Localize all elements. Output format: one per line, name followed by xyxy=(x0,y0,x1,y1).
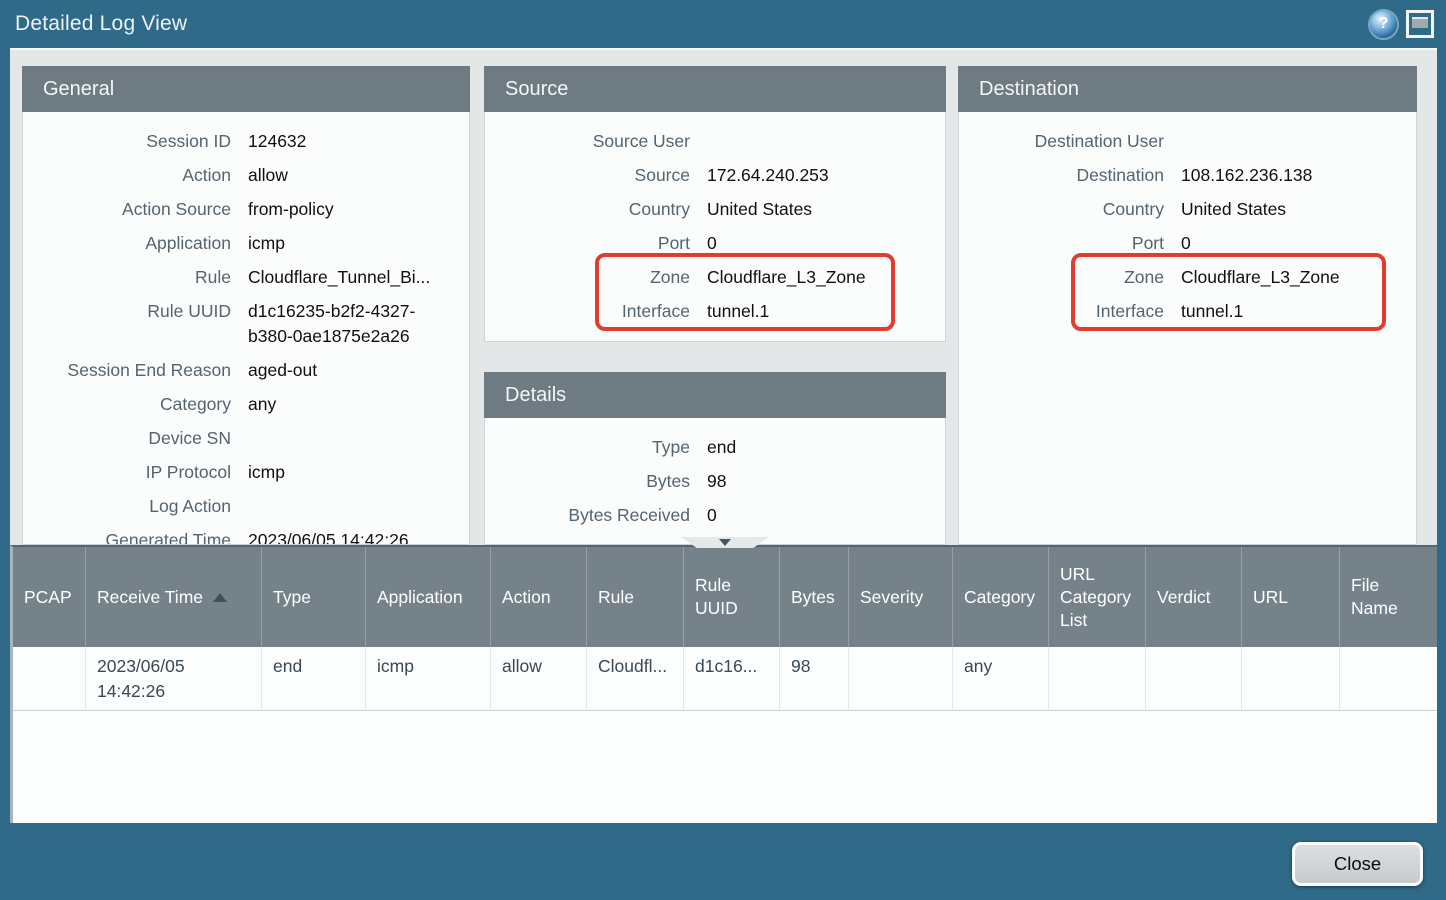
log-table: PCAP Receive Time Type Application Actio… xyxy=(10,545,1437,823)
log-table-row[interactable]: 2023/06/05 14:42:26 end icmp allow Cloud… xyxy=(13,647,1437,711)
field-session-id: Session ID124632 xyxy=(23,124,469,158)
maximize-icon-inner xyxy=(1412,17,1428,28)
field-generated-time: Generated Time2023/06/05 14:42:26 xyxy=(23,523,469,545)
field-session-end-reason: Session End Reasonaged-out xyxy=(23,353,469,387)
column-header-application[interactable]: Application xyxy=(366,547,491,647)
close-button[interactable]: Close xyxy=(1292,842,1423,886)
cell-url xyxy=(1242,647,1340,710)
field-destination: Destination108.162.236.138 xyxy=(959,158,1416,192)
cell-receive-time: 2023/06/05 14:42:26 xyxy=(86,647,262,710)
details-panel-body: Typeend Bytes98 Bytes Received0 xyxy=(484,418,946,545)
field-zone: ZoneCloudflare_L3_Zone xyxy=(485,260,945,294)
details-panel-header: Details xyxy=(484,372,946,418)
column-header-verdict[interactable]: Verdict xyxy=(1146,547,1242,647)
source-panel-header: Source xyxy=(484,66,946,112)
cell-action: allow xyxy=(491,647,587,710)
cell-url-category-list xyxy=(1049,647,1146,710)
column-header-pcap[interactable]: PCAP xyxy=(13,547,86,647)
dialog-title: Detailed Log View xyxy=(15,12,187,36)
field-bytes: Bytes98 xyxy=(485,464,945,498)
field-country: CountryUnited States xyxy=(959,192,1416,226)
cell-application: icmp xyxy=(366,647,491,710)
general-panel-header: General xyxy=(22,66,470,112)
source-panel: Source Source User Source172.64.240.253 … xyxy=(484,66,946,342)
collapse-triangle-icon xyxy=(719,539,731,546)
destination-panel: Destination Destination User Destination… xyxy=(958,66,1417,545)
cell-verdict xyxy=(1146,647,1242,710)
field-log-action: Log Action xyxy=(23,489,469,523)
field-destination-user: Destination User xyxy=(959,124,1416,158)
log-detail-panels-area: General Session ID124632 Actionallow Act… xyxy=(10,48,1437,545)
title-bar-icons: ? xyxy=(1370,10,1434,38)
help-icon[interactable]: ? xyxy=(1370,11,1397,38)
cell-rule: Cloudfl... xyxy=(587,647,684,710)
field-rule: RuleCloudflare_Tunnel_Bi... xyxy=(23,260,469,294)
field-source: Source172.64.240.253 xyxy=(485,158,945,192)
source-panel-body: Source User Source172.64.240.253 Country… xyxy=(484,112,946,342)
source-zone-interface-group: ZoneCloudflare_L3_Zone Interfacetunnel.1 xyxy=(485,260,945,328)
column-header-rule[interactable]: Rule xyxy=(587,547,684,647)
destination-panel-body: Destination User Destination108.162.236.… xyxy=(958,112,1417,545)
cell-severity xyxy=(849,647,953,710)
column-header-receive-time[interactable]: Receive Time xyxy=(86,547,262,647)
field-interface: Interfacetunnel.1 xyxy=(959,294,1416,328)
field-bytes-received: Bytes Received0 xyxy=(485,498,945,532)
cell-pcap xyxy=(13,647,86,710)
log-table-header: PCAP Receive Time Type Application Actio… xyxy=(13,547,1437,647)
general-panel-body: Session ID124632 Actionallow Action Sour… xyxy=(22,112,470,545)
column-header-rule-uuid[interactable]: Rule UUID xyxy=(684,547,780,647)
field-type: Typeend xyxy=(485,430,945,464)
field-ip-protocol: IP Protocolicmp xyxy=(23,455,469,489)
field-port: Port0 xyxy=(485,226,945,260)
field-source-user: Source User xyxy=(485,124,945,158)
cell-file-name xyxy=(1340,647,1437,710)
column-header-file-name[interactable]: File Name xyxy=(1340,547,1437,647)
field-rule-uuid: Rule UUIDd1c16235-b2f2-4327-b380-0ae1875… xyxy=(23,294,469,353)
field-country: CountryUnited States xyxy=(485,192,945,226)
column-header-url-category-list[interactable]: URL Category List xyxy=(1049,547,1146,647)
column-header-bytes[interactable]: Bytes xyxy=(780,547,849,647)
details-panel: Details Typeend Bytes98 Bytes Received0 xyxy=(484,372,946,545)
field-category: Categoryany xyxy=(23,387,469,421)
field-device-sn: Device SN xyxy=(23,421,469,455)
column-header-action[interactable]: Action xyxy=(491,547,587,647)
column-header-severity[interactable]: Severity xyxy=(849,547,953,647)
cell-category: any xyxy=(953,647,1049,710)
field-action-source: Action Sourcefrom-policy xyxy=(23,192,469,226)
maximize-icon[interactable] xyxy=(1406,10,1434,38)
general-panel: General Session ID124632 Actionallow Act… xyxy=(22,66,470,545)
cell-bytes: 98 xyxy=(780,647,849,710)
destination-zone-interface-group: ZoneCloudflare_L3_Zone Interfacetunnel.1 xyxy=(959,260,1416,328)
column-header-type[interactable]: Type xyxy=(262,547,366,647)
field-application: Applicationicmp xyxy=(23,226,469,260)
column-header-category[interactable]: Category xyxy=(953,547,1049,647)
sort-ascending-icon xyxy=(213,593,227,602)
column-header-url[interactable]: URL xyxy=(1242,547,1340,647)
field-interface: Interfacetunnel.1 xyxy=(485,294,945,328)
cell-rule-uuid: d1c16... xyxy=(684,647,780,710)
field-action: Actionallow xyxy=(23,158,469,192)
cell-type: end xyxy=(262,647,366,710)
dialog-title-bar: Detailed Log View ? xyxy=(0,0,1446,48)
field-port: Port0 xyxy=(959,226,1416,260)
destination-panel-header: Destination xyxy=(958,66,1417,112)
field-zone: ZoneCloudflare_L3_Zone xyxy=(959,260,1416,294)
